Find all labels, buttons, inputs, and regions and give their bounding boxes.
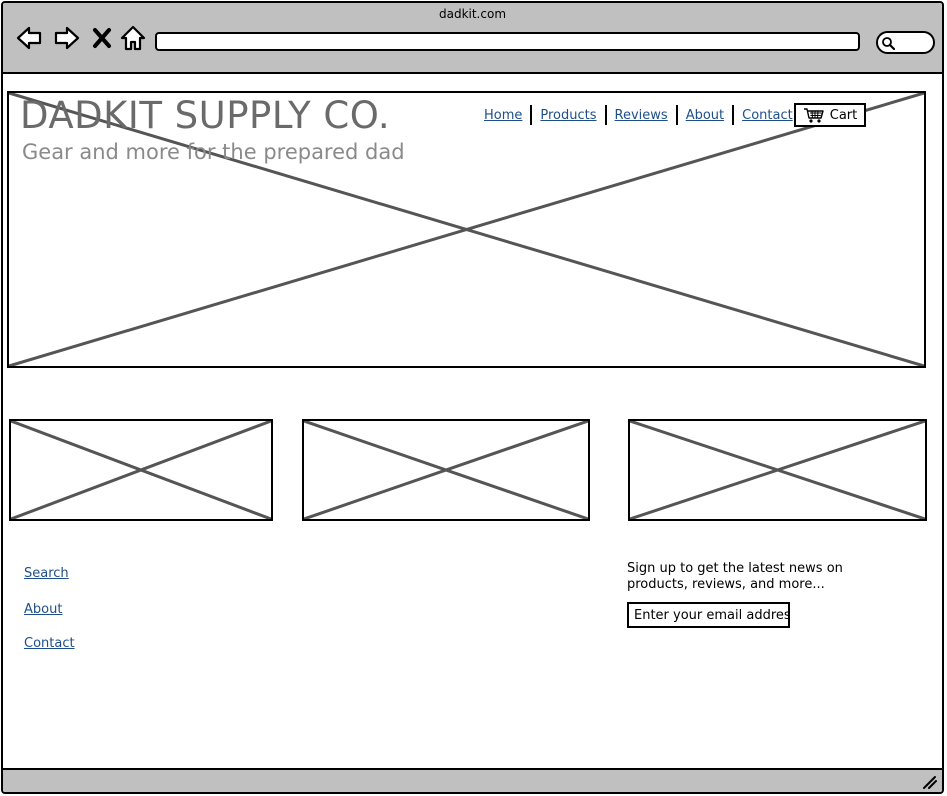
footer-link-search[interactable]: Search (24, 566, 69, 581)
feature-image-placeholder (628, 419, 927, 521)
search-icon (882, 37, 895, 50)
browser-statusbar (3, 768, 942, 792)
nav-link-reviews[interactable]: Reviews (615, 108, 668, 123)
nav-link-about[interactable]: About (686, 108, 724, 123)
close-x-icon[interactable] (91, 24, 113, 52)
nav-divider (675, 105, 678, 125)
site-brand-title[interactable]: DADKIT SUPPLY CO. (20, 94, 390, 137)
site-tagline: Gear and more for the prepared dad (22, 140, 405, 164)
nav-link-contact[interactable]: Contact (742, 108, 793, 123)
image-placeholder-x-icon (11, 421, 271, 519)
email-field[interactable] (627, 602, 790, 628)
browser-search-box[interactable] (876, 31, 935, 54)
feature-image-placeholder (9, 419, 273, 521)
home-icon[interactable] (119, 24, 147, 52)
forward-arrow-icon[interactable] (53, 24, 81, 52)
back-arrow-icon[interactable] (15, 24, 43, 52)
image-placeholder-x-icon (630, 421, 925, 519)
nav-link-home[interactable]: Home (484, 108, 522, 123)
resize-grip-icon[interactable] (922, 775, 938, 789)
footer-link-about[interactable]: About (24, 602, 62, 617)
browser-toolbar: dadkit.com (3, 3, 942, 74)
feature-image-placeholder (302, 419, 590, 521)
newsletter-signup-text: Sign up to get the latest news on produc… (627, 561, 843, 592)
nav-link-products[interactable]: Products (540, 108, 596, 123)
footer-link-contact[interactable]: Contact (24, 636, 75, 651)
shopping-cart-icon (803, 107, 824, 123)
image-placeholder-x-icon (304, 421, 588, 519)
nav-divider (530, 105, 533, 125)
cart-label: Cart (829, 107, 858, 123)
nav-divider (732, 105, 735, 125)
main-navigation: Home Products Reviews About Contact (484, 104, 793, 126)
browser-title: dadkit.com (438, 7, 507, 21)
nav-divider (604, 105, 607, 125)
address-bar[interactable] (155, 32, 860, 51)
cart-button[interactable]: Cart (794, 103, 866, 127)
